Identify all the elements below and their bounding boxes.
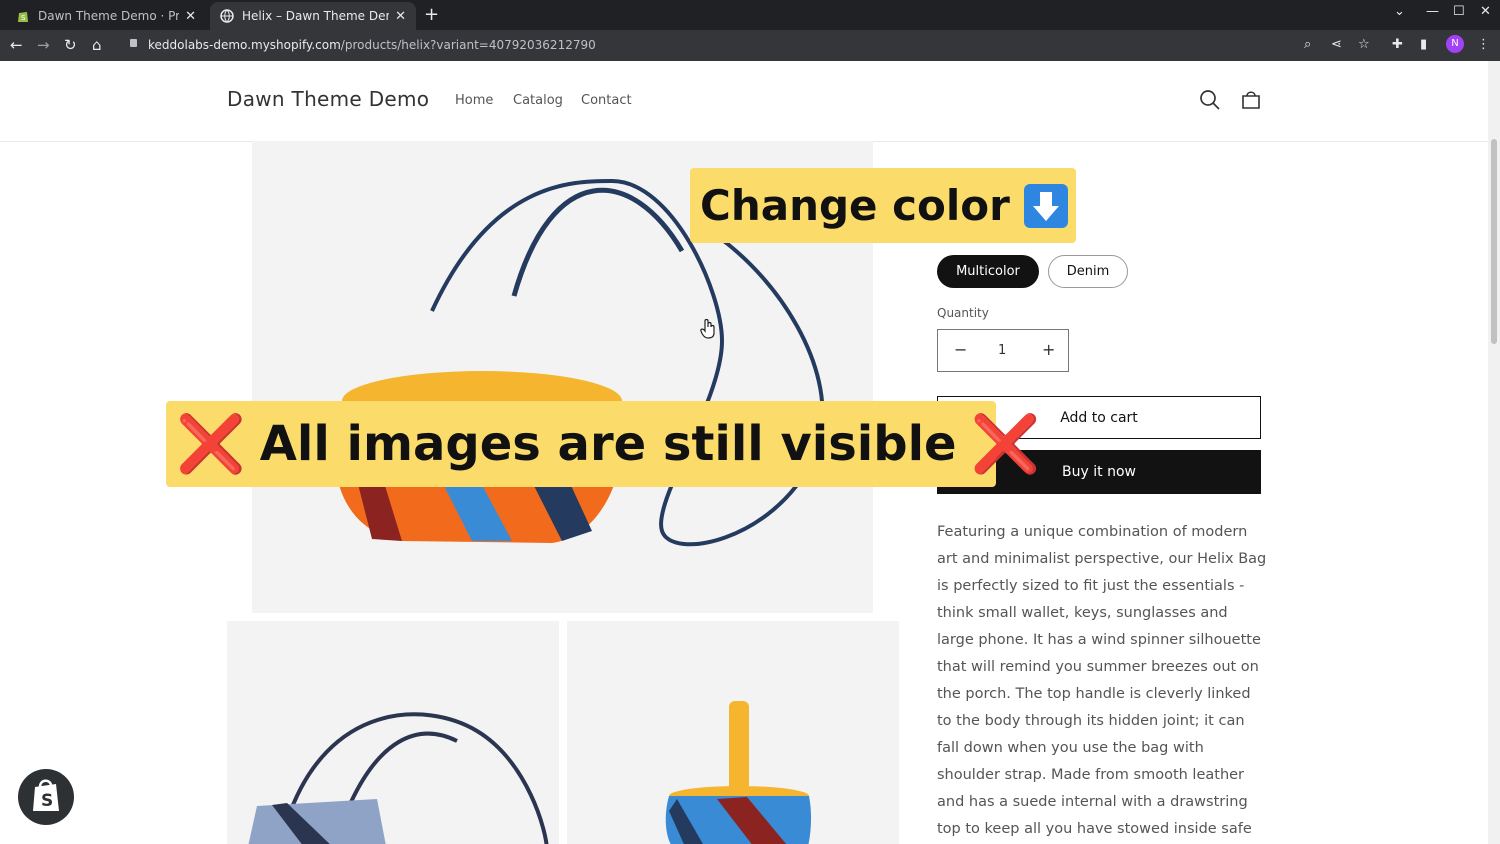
globe-icon	[220, 9, 234, 23]
browser-toolbar: ← → ↻ ⌂ keddolabs-demo.myshopify.com/pro…	[0, 30, 1500, 61]
quantity-increase-button[interactable]: +	[1042, 340, 1055, 359]
close-window-icon[interactable]: ✕	[1480, 4, 1491, 19]
annotation-text: All images are still visible	[259, 416, 957, 472]
scrollbar-thumb[interactable]	[1491, 139, 1497, 344]
product-thumbnail[interactable]	[227, 621, 559, 844]
shopify-bag-icon: S	[33, 779, 59, 811]
page-scrollbar[interactable]	[1488, 61, 1500, 844]
bookmark-star-icon[interactable]: ☆	[1358, 37, 1370, 52]
page-content: Dawn Theme Demo Home Catalog Contact Mul…	[0, 61, 1488, 844]
reload-icon[interactable]: ↻	[64, 36, 77, 54]
quantity-label: Quantity	[937, 306, 989, 320]
url-path: /products/helix?variant=40792036212790	[340, 38, 596, 52]
cart-icon[interactable]	[1240, 89, 1262, 111]
nav-home[interactable]: Home	[455, 93, 493, 108]
helix-bag-handle-illustration	[665, 701, 812, 844]
forward-icon[interactable]: →	[37, 36, 50, 54]
svg-text:S: S	[41, 791, 53, 811]
hand-cursor-icon	[700, 319, 715, 339]
home-icon[interactable]: ⌂	[92, 36, 102, 54]
quantity-stepper: − 1 +	[937, 329, 1069, 372]
annotation-images-visible: ❌ All images are still visible ❌	[166, 401, 1040, 487]
back-icon[interactable]: ←	[10, 36, 23, 54]
annotation-change-color: Change color	[690, 168, 1076, 243]
product-description: Featuring a unique combination of modern…	[937, 524, 1267, 837]
annotation-text: Change color	[700, 181, 1010, 230]
shopify-favicon-icon: S	[18, 12, 28, 22]
product-thumbnail[interactable]	[567, 621, 899, 844]
down-arrow-icon	[1023, 183, 1068, 228]
tab-close-icon[interactable]: ✕	[185, 9, 196, 24]
lock-icon[interactable]	[130, 39, 137, 47]
tab-helix[interactable]: Helix – Dawn Theme Demo ✕	[210, 2, 416, 30]
svg-text:S: S	[21, 14, 26, 22]
maximize-icon[interactable]: ☐	[1453, 4, 1465, 19]
minimize-icon[interactable]: —	[1426, 4, 1439, 19]
nav-catalog[interactable]: Catalog	[513, 93, 563, 108]
quantity-input[interactable]: 1	[998, 343, 1006, 358]
tab-title: Helix – Dawn Theme Demo	[242, 9, 390, 23]
tab-search-icon[interactable]: ⌄	[1394, 4, 1405, 19]
nav-contact[interactable]: Contact	[581, 93, 632, 108]
side-panel-icon[interactable]: ▮	[1420, 37, 1427, 52]
shopify-chat-button[interactable]: S	[18, 769, 74, 825]
helix-bag-denim-illustration	[248, 712, 549, 844]
address-bar[interactable]: keddolabs-demo.myshopify.com/products/he…	[148, 38, 596, 52]
cross-mark-icon: ❌	[970, 412, 1041, 477]
zoom-icon[interactable]: ⌕	[1304, 37, 1311, 52]
variant-option-denim[interactable]: Denim	[1048, 255, 1128, 288]
browser-tab-strip: S Dawn Theme Demo · Product ✕ Helix – Da…	[0, 0, 1500, 30]
menu-kebab-icon[interactable]: ⋮	[1477, 37, 1490, 52]
search-icon[interactable]	[1199, 89, 1221, 111]
store-header: Dawn Theme Demo Home Catalog Contact	[0, 61, 1488, 142]
tab-close-icon[interactable]: ✕	[395, 9, 406, 24]
variant-option-multicolor[interactable]: Multicolor	[937, 255, 1039, 288]
extensions-icon[interactable]: ✚	[1392, 37, 1403, 52]
store-logo[interactable]: Dawn Theme Demo	[227, 87, 429, 111]
tab-title: Dawn Theme Demo · Product	[38, 9, 180, 23]
profile-avatar[interactable]: N	[1446, 35, 1464, 53]
quantity-decrease-button[interactable]: −	[954, 340, 967, 359]
new-tab-button[interactable]: +	[424, 4, 439, 25]
cross-mark-icon: ❌	[176, 412, 246, 477]
tab-dawn-theme-demo[interactable]: S Dawn Theme Demo · Product ✕	[6, 2, 206, 30]
url-host: keddolabs-demo.myshopify.com	[148, 38, 341, 52]
share-icon[interactable]: ⋖	[1331, 37, 1342, 52]
